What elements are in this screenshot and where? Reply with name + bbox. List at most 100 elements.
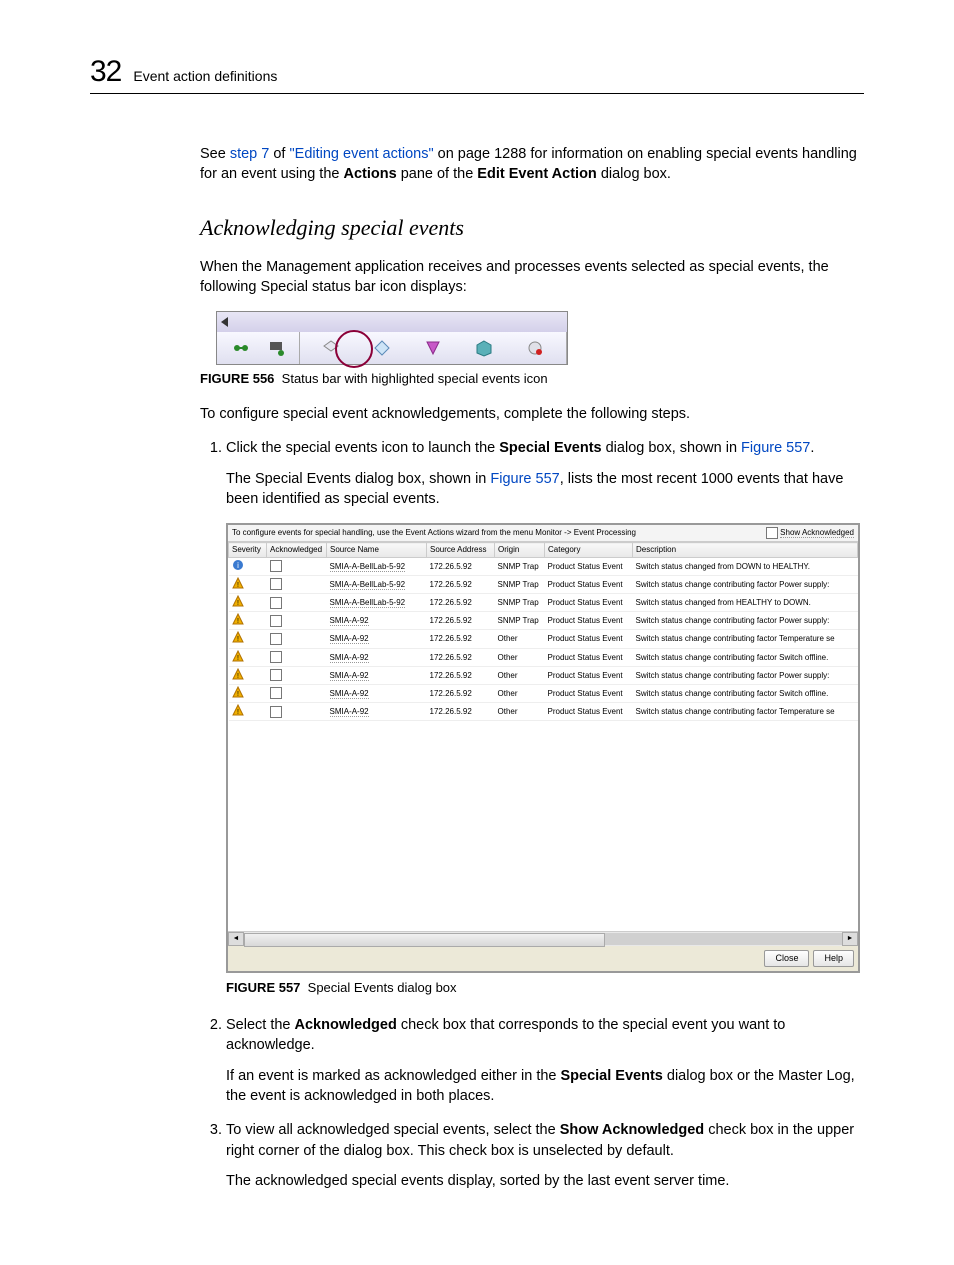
info-icon: i bbox=[232, 559, 244, 571]
figure-label: FIGURE 556 bbox=[200, 371, 274, 386]
svg-text:!: ! bbox=[237, 600, 239, 607]
scroll-right-button[interactable]: ► bbox=[842, 932, 858, 946]
diamond-icon bbox=[373, 339, 391, 357]
figure-caption-text: Status bar with highlighted special even… bbox=[282, 371, 548, 386]
horizontal-scrollbar[interactable]: ◄ ► bbox=[228, 931, 858, 946]
page-header: 32 Event action definitions bbox=[90, 55, 864, 94]
text: pane of the bbox=[397, 166, 478, 182]
warning-icon: ! bbox=[232, 613, 244, 625]
editing-event-actions-link[interactable]: "Editing event actions" bbox=[290, 146, 434, 162]
text: dialog box. bbox=[597, 166, 671, 182]
warning-icon: ! bbox=[232, 686, 244, 698]
globe-icon bbox=[526, 339, 544, 357]
show-acknowledged-checkbox[interactable]: Show Acknowledged bbox=[766, 527, 854, 539]
table-row[interactable]: !SMIA-A-BellLab-5-92172.26.5.92SNMP Trap… bbox=[229, 575, 858, 593]
cell-addr: 172.26.5.92 bbox=[427, 648, 495, 666]
cell-desc: Switch status change contributing factor… bbox=[633, 666, 858, 684]
figure-label: FIGURE 557 bbox=[226, 980, 300, 995]
column-header[interactable]: Description bbox=[633, 543, 858, 557]
cell-addr: 172.26.5.92 bbox=[427, 684, 495, 702]
cell-desc: Switch status change contributing factor… bbox=[633, 684, 858, 702]
intro-paragraph: See step 7 of "Editing event actions" on… bbox=[200, 144, 864, 185]
figure-caption-text: Special Events dialog box bbox=[308, 980, 457, 995]
step-1: Click the special events icon to launch … bbox=[226, 438, 864, 997]
table-row[interactable]: !SMIA-A-92172.26.5.92OtherProduct Status… bbox=[229, 703, 858, 721]
column-header[interactable]: Source Name bbox=[327, 543, 427, 557]
text: To view all acknowledged special events,… bbox=[226, 1122, 560, 1138]
svg-text:!: ! bbox=[237, 673, 239, 680]
ack-checkbox[interactable] bbox=[270, 578, 282, 590]
connect-icon bbox=[232, 339, 250, 357]
events-table: SeverityAcknowledgedSource NameSource Ad… bbox=[228, 542, 858, 721]
table-row[interactable]: !SMIA-A-92172.26.5.92OtherProduct Status… bbox=[229, 630, 858, 648]
table-row[interactable]: !SMIA-A-92172.26.5.92SNMP TrapProduct St… bbox=[229, 612, 858, 630]
close-button[interactable]: Close bbox=[764, 950, 809, 967]
show-ack-label: Show Acknowledged bbox=[780, 528, 854, 538]
ack-checkbox[interactable] bbox=[270, 633, 282, 645]
svg-text:!: ! bbox=[237, 655, 239, 662]
table-row[interactable]: !SMIA-A-BellLab-5-92172.26.5.92SNMP Trap… bbox=[229, 593, 858, 611]
dialog-instruction: To configure events for special handling… bbox=[232, 527, 636, 539]
warning-icon: ! bbox=[232, 650, 244, 662]
paragraph: When the Management application receives… bbox=[200, 257, 864, 298]
column-header[interactable]: Category bbox=[545, 543, 633, 557]
ack-checkbox[interactable] bbox=[270, 669, 282, 681]
cell-cat: Product Status Event bbox=[545, 612, 633, 630]
scroll-left-button[interactable]: ◄ bbox=[228, 932, 244, 946]
cell-origin: SNMP Trap bbox=[495, 593, 545, 611]
chapter-number: 32 bbox=[90, 55, 121, 89]
column-header[interactable]: Severity bbox=[229, 543, 267, 557]
cell-origin: Other bbox=[495, 630, 545, 648]
step-3: To view all acknowledged special events,… bbox=[226, 1120, 864, 1191]
text: . bbox=[810, 440, 814, 456]
svg-text:!: ! bbox=[237, 636, 239, 643]
text: If an event is marked as acknowledged ei… bbox=[226, 1068, 561, 1084]
column-header[interactable]: Source Address bbox=[427, 543, 495, 557]
ack-checkbox[interactable] bbox=[270, 615, 282, 627]
ack-checkbox[interactable] bbox=[270, 560, 282, 572]
cell-origin: SNMP Trap bbox=[495, 612, 545, 630]
svg-text:i: i bbox=[237, 561, 239, 570]
figure-557-link[interactable]: Figure 557 bbox=[490, 471, 559, 487]
ack-checkbox[interactable] bbox=[270, 597, 282, 609]
step-7-link[interactable]: step 7 bbox=[230, 146, 270, 162]
cell-cat: Product Status Event bbox=[545, 703, 633, 721]
ack-checkbox[interactable] bbox=[270, 687, 282, 699]
table-row[interactable]: !SMIA-A-92172.26.5.92OtherProduct Status… bbox=[229, 648, 858, 666]
warning-icon: ! bbox=[232, 595, 244, 607]
table-row[interactable]: iSMIA-A-BellLab-5-92172.26.5.92SNMP Trap… bbox=[229, 557, 858, 575]
cell-desc: Switch status change contributing factor… bbox=[633, 630, 858, 648]
svg-text:!: ! bbox=[237, 709, 239, 716]
text: Select the bbox=[226, 1017, 295, 1033]
cell-origin: SNMP Trap bbox=[495, 557, 545, 575]
table-row[interactable]: !SMIA-A-92172.26.5.92OtherProduct Status… bbox=[229, 684, 858, 702]
cell-addr: 172.26.5.92 bbox=[427, 666, 495, 684]
cell-origin: Other bbox=[495, 648, 545, 666]
cell-addr: 172.26.5.92 bbox=[427, 612, 495, 630]
cell-src: SMIA-A-92 bbox=[327, 703, 427, 721]
cell-origin: Other bbox=[495, 684, 545, 702]
text: Click the special events icon to launch … bbox=[226, 440, 499, 456]
cell-addr: 172.26.5.92 bbox=[427, 557, 495, 575]
cell-cat: Product Status Event bbox=[545, 648, 633, 666]
table-row[interactable]: !SMIA-A-92172.26.5.92OtherProduct Status… bbox=[229, 666, 858, 684]
column-header[interactable]: Origin bbox=[495, 543, 545, 557]
warning-icon: ! bbox=[232, 631, 244, 643]
column-header[interactable]: Acknowledged bbox=[267, 543, 327, 557]
actions-bold: Actions bbox=[344, 166, 397, 182]
special-events-icon[interactable] bbox=[424, 339, 442, 357]
figure-556-image bbox=[216, 311, 864, 365]
special-events-bold: Special Events bbox=[561, 1068, 663, 1084]
ack-checkbox[interactable] bbox=[270, 651, 282, 663]
section-heading: Acknowledging special events bbox=[200, 215, 864, 241]
cell-src: SMIA-A-BellLab-5-92 bbox=[327, 593, 427, 611]
cell-desc: Switch status changed from DOWN to HEALT… bbox=[633, 557, 858, 575]
cell-cat: Product Status Event bbox=[545, 684, 633, 702]
svg-text:!: ! bbox=[237, 618, 239, 625]
arrow-left-icon bbox=[221, 317, 228, 327]
svg-text:!: ! bbox=[237, 691, 239, 698]
ack-checkbox[interactable] bbox=[270, 706, 282, 718]
highlight-circle bbox=[335, 330, 373, 368]
help-button[interactable]: Help bbox=[813, 950, 854, 967]
figure-557-link[interactable]: Figure 557 bbox=[741, 440, 810, 456]
